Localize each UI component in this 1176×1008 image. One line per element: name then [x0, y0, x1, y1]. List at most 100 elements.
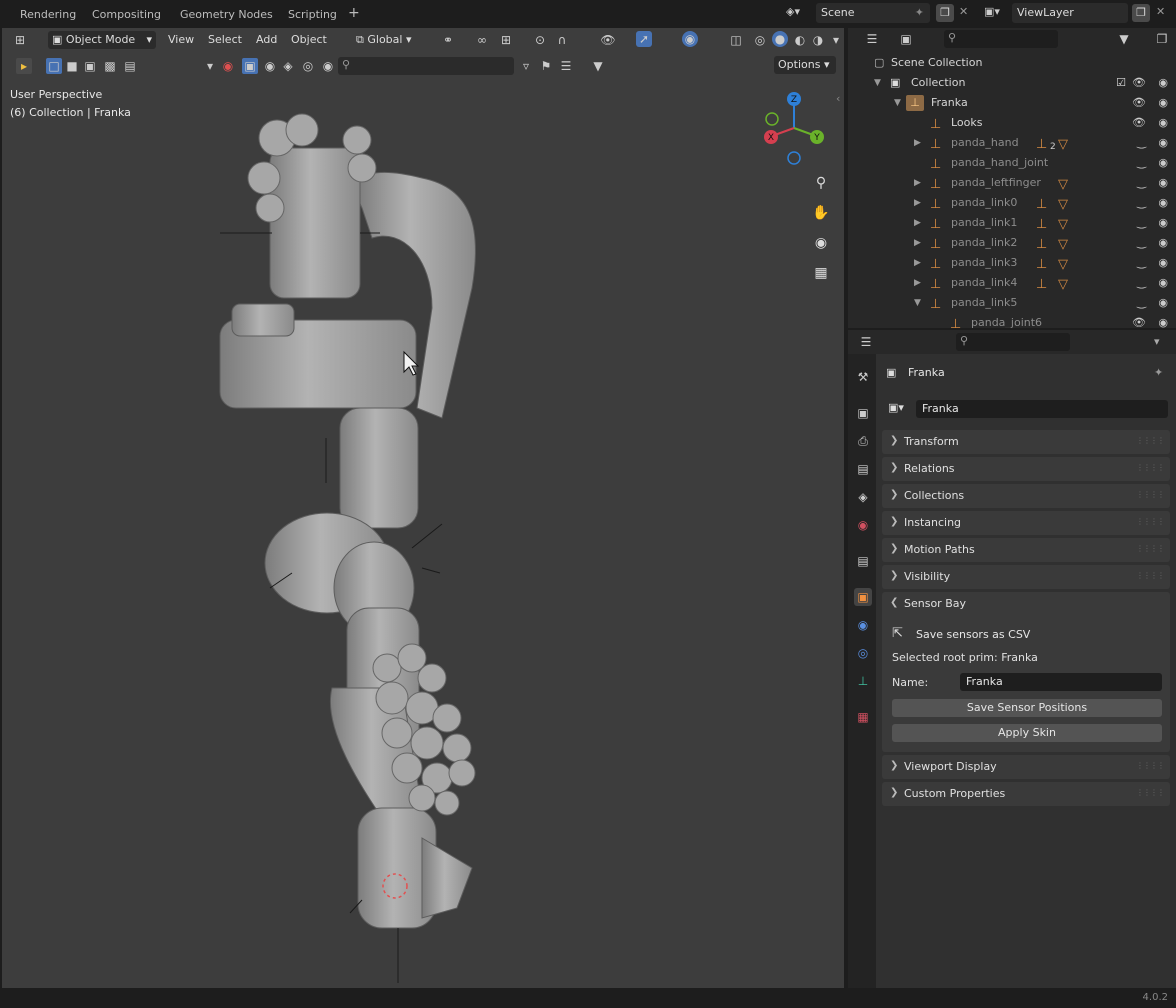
eye-closed-icon[interactable]: ‿	[1137, 213, 1146, 233]
outliner-row-panda-link1[interactable]: ▶ ⊥ panda_link1 ⊥ ▽ ‿ ◉	[848, 213, 1176, 233]
sensor-name-input[interactable]: Franka	[960, 673, 1162, 691]
expand-icon[interactable]: ▶	[914, 253, 921, 273]
outliner-row-scene-collection[interactable]: ▢ Scene Collection	[848, 53, 1176, 73]
output-tab-icon[interactable]: ⎙	[854, 432, 872, 450]
scene-selector[interactable]: Scene ✦	[816, 3, 930, 23]
expand-icon[interactable]: ▶	[914, 233, 921, 253]
eye-closed-icon[interactable]: ‿	[1137, 253, 1146, 273]
scene-tab-icon[interactable]: ◈	[854, 488, 872, 506]
world-tab-icon[interactable]: ◉	[854, 516, 872, 534]
zoom-icon[interactable]: ⚲	[808, 170, 834, 196]
add-workspace-icon[interactable]: +	[348, 5, 360, 21]
pin-icon[interactable]: ✦	[1154, 366, 1163, 379]
eye-closed-icon[interactable]: ‿	[1137, 273, 1146, 293]
eye-icon[interactable]: 👁	[1132, 313, 1146, 328]
drag-handle-icon[interactable]: ⋮⋮⋮⋮	[1136, 436, 1165, 445]
physics-tab-icon[interactable]: ◎	[854, 644, 872, 662]
apply-skin-button[interactable]: Apply Skin	[892, 724, 1162, 742]
drag-handle-icon[interactable]: ⋮⋮⋮⋮	[1136, 571, 1165, 580]
object-name-field[interactable]: ▣▾ Franka	[886, 400, 1168, 418]
tab-compositing[interactable]: Compositing	[92, 6, 161, 24]
camera-icon[interactable]: ◉	[1158, 233, 1168, 253]
expand-icon[interactable]: ▶	[914, 173, 921, 193]
drag-handle-icon[interactable]: ⋮⋮⋮⋮	[1136, 517, 1165, 526]
outliner-search-input[interactable]: ⚲	[944, 30, 1058, 48]
camera-icon[interactable]: ◉	[1158, 273, 1168, 293]
tool-tab-icon[interactable]: ⚒	[854, 368, 872, 386]
eye-closed-icon[interactable]: ‿	[1137, 133, 1146, 153]
expand-icon[interactable]: ▼	[894, 93, 901, 113]
eye-icon[interactable]: 👁	[1132, 73, 1146, 93]
sidebar-toggle-icon[interactable]: ‹	[836, 92, 840, 105]
panel-transform[interactable]: ❯ Transform ⋮⋮⋮⋮	[882, 430, 1170, 454]
outliner-row-panda-leftfinger[interactable]: ▶ ⊥ panda_leftfinger ▽ ‿ ◉	[848, 173, 1176, 193]
sensor-bay-header[interactable]: ❮ Sensor Bay	[882, 592, 1170, 616]
camera-icon[interactable]: ◉	[1158, 153, 1168, 173]
render-tab-icon[interactable]: ▣	[854, 404, 872, 422]
save-sensor-positions-button[interactable]: Save Sensor Positions	[892, 699, 1162, 717]
eye-icon[interactable]: 👁	[1132, 93, 1146, 113]
delete-scene-icon[interactable]: ✕	[959, 5, 968, 18]
scene-icon[interactable]: ◈▾	[786, 5, 800, 18]
ortho-grid-icon[interactable]: ▦	[808, 260, 834, 286]
expand-icon[interactable]: ▼	[914, 293, 921, 313]
panel-custom-properties[interactable]: ❯ Custom Properties ⋮⋮⋮⋮	[882, 782, 1170, 806]
new-scene-icon[interactable]: ❐	[936, 4, 954, 22]
drag-handle-icon[interactable]: ⋮⋮⋮⋮	[1136, 788, 1165, 797]
texture-tab-icon[interactable]: ▦	[854, 708, 872, 726]
save-csv-button[interactable]: ⇱ Save sensors as CSV	[888, 626, 1088, 644]
camera-icon[interactable]: ◉	[1158, 293, 1168, 313]
object-tab-icon[interactable]: ▣	[854, 588, 872, 606]
outliner-row-panda-hand-joint[interactable]: ⊥ panda_hand_joint ‿ ◉	[848, 153, 1176, 173]
pan-hand-icon[interactable]: ✋	[808, 200, 834, 226]
eye-closed-icon[interactable]: ‿	[1137, 153, 1146, 173]
expand-icon[interactable]: ▶	[914, 213, 921, 233]
checkbox-icon[interactable]: ☑	[1116, 73, 1126, 93]
expand-icon[interactable]: ▶	[914, 193, 921, 213]
tab-scripting[interactable]: Scripting	[288, 6, 337, 24]
camera-icon[interactable]: ◉	[1158, 253, 1168, 273]
view-layer-selector[interactable]: ViewLayer	[1012, 3, 1128, 23]
modifiers-tab-icon[interactable]: ◉	[854, 616, 872, 634]
outliner-row-panda-hand[interactable]: ▶ ⊥ panda_hand ⊥ 2 ▽ ‿ ◉	[848, 133, 1176, 153]
panel-visibility[interactable]: ❯ Visibility ⋮⋮⋮⋮	[882, 565, 1170, 589]
outliner-row-panda-link3[interactable]: ▶ ⊥ panda_link3 ⊥ ▽ ‿ ◉	[848, 253, 1176, 273]
delete-view-layer-icon[interactable]: ✕	[1156, 5, 1165, 18]
eye-closed-icon[interactable]: ‿	[1137, 173, 1146, 193]
panel-motion-paths[interactable]: ❯ Motion Paths ⋮⋮⋮⋮	[882, 538, 1170, 562]
camera-icon[interactable]: ◉	[1158, 313, 1168, 328]
eye-icon[interactable]: 👁	[1132, 113, 1146, 133]
chevron-down-icon[interactable]: ▾	[1154, 335, 1160, 348]
3d-viewport[interactable]: ⊞ ▣ Object Mode ▾ View Select Add Object…	[2, 28, 844, 988]
drag-handle-icon[interactable]: ⋮⋮⋮⋮	[1136, 761, 1165, 770]
outliner-row-panda-link5[interactable]: ▼ ⊥ panda_link5 ‿ ◉	[848, 293, 1176, 313]
filter-icon[interactable]: ▼	[1116, 31, 1132, 47]
outliner-row-looks[interactable]: ⊥ Looks 👁 ◉	[848, 113, 1176, 133]
drag-handle-icon[interactable]: ⋮⋮⋮⋮	[1136, 490, 1165, 499]
expand-icon[interactable]: ▶	[914, 133, 921, 153]
outliner-row-panda-link4[interactable]: ▶ ⊥ panda_link4 ⊥ ▽ ‿ ◉	[848, 273, 1176, 293]
eye-closed-icon[interactable]: ‿	[1137, 293, 1146, 313]
view-layer-tab-icon[interactable]: ▤	[854, 460, 872, 478]
outliner-row-panda-link0[interactable]: ▶ ⊥ panda_link0 ⊥ ▽ ‿ ◉	[848, 193, 1176, 213]
eye-closed-icon[interactable]: ‿	[1137, 193, 1146, 213]
expand-icon[interactable]: ▼	[874, 73, 881, 93]
robot-model[interactable]	[2, 28, 844, 988]
outliner-editor-icon[interactable]: ☰	[864, 31, 880, 47]
panel-relations[interactable]: ❯ Relations ⋮⋮⋮⋮	[882, 457, 1170, 481]
outliner-row-panda-joint6[interactable]: ⊥ panda_joint6 👁 ◉	[848, 313, 1176, 328]
tab-rendering[interactable]: Rendering	[20, 6, 76, 24]
navigation-gizmo[interactable]: Z Y X	[760, 88, 830, 168]
camera-icon[interactable]: ◉	[1158, 133, 1168, 153]
panel-collections[interactable]: ❯ Collections ⋮⋮⋮⋮	[882, 484, 1170, 508]
pin-icon[interactable]: ✦	[915, 6, 924, 19]
outliner-row-panda-link2[interactable]: ▶ ⊥ panda_link2 ⊥ ▽ ‿ ◉	[848, 233, 1176, 253]
expand-icon[interactable]: ▶	[914, 273, 921, 293]
panel-viewport-display[interactable]: ❯ Viewport Display ⋮⋮⋮⋮	[882, 755, 1170, 779]
camera-icon[interactable]: ◉	[1158, 113, 1168, 133]
drag-handle-icon[interactable]: ⋮⋮⋮⋮	[1136, 544, 1165, 553]
camera-icon[interactable]: ◉	[1158, 93, 1168, 113]
properties-editor-icon[interactable]: ☰	[858, 334, 874, 350]
collection-tab-icon[interactable]: ▤	[854, 552, 872, 570]
drag-handle-icon[interactable]: ⋮⋮⋮⋮	[1136, 463, 1165, 472]
